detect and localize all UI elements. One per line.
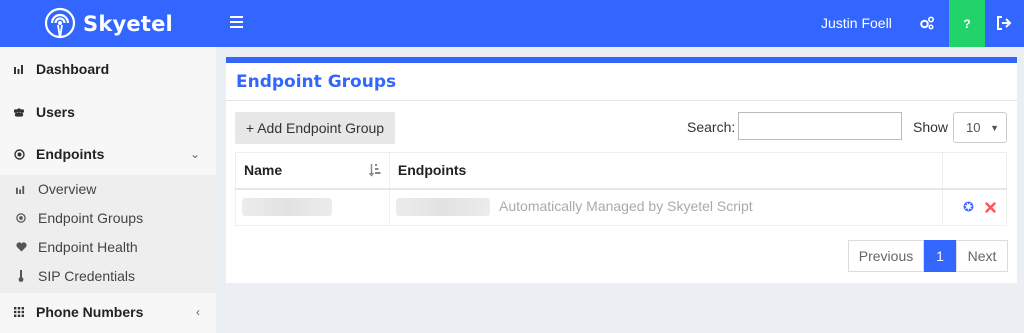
skyetel-logo-icon	[44, 7, 76, 38]
column-header-endpoints[interactable]: Endpoints	[388, 152, 944, 190]
users-icon	[13, 106, 25, 118]
cogs-icon[interactable]	[914, 10, 940, 36]
delete-icon[interactable]	[985, 200, 996, 216]
dot-circle-icon	[13, 148, 25, 160]
chevron-down-icon: ▼	[990, 123, 999, 133]
pagination-next-button[interactable]: Next	[956, 240, 1008, 272]
sidebar-subitem-label: Endpoint Groups	[38, 210, 144, 226]
chevron-down-icon[interactable]: ⌄	[190, 147, 200, 161]
heart-icon	[15, 241, 27, 253]
endpoint-groups-card: Endpoint Groups + Add Endpoint Group Sea…	[226, 57, 1017, 283]
pagination-page-1[interactable]: 1	[924, 240, 956, 272]
column-header-name[interactable]: Name	[235, 152, 390, 190]
sign-out-icon[interactable]	[995, 14, 1013, 32]
sidebar-item-label: Endpoints	[36, 146, 105, 162]
brand-name: Skyetel	[83, 11, 173, 36]
bar-chart-icon	[15, 183, 27, 195]
dot-circle-icon	[15, 212, 27, 224]
column-header-label: Name	[244, 162, 283, 179]
redacted-name	[242, 198, 332, 217]
username[interactable]: Justin Foell	[821, 15, 892, 31]
hamburger-icon[interactable]	[230, 16, 243, 30]
cell-name	[235, 188, 390, 226]
search-input[interactable]	[738, 112, 902, 140]
column-header-actions	[942, 152, 1007, 190]
pagination: Previous 1 Next	[848, 240, 1008, 272]
grid-icon	[13, 306, 25, 318]
page-title: Endpoint Groups	[236, 72, 397, 92]
sidebar-subitem-endpoint-health[interactable]: Endpoint Health	[0, 238, 216, 256]
sidebar-subitem-overview[interactable]: Overview	[0, 180, 216, 198]
divider	[226, 100, 1017, 101]
sidebar-item-label: Dashboard	[36, 61, 110, 77]
redacted-endpoint	[395, 198, 490, 217]
bar-chart-icon	[13, 63, 25, 75]
search-label: Search:	[687, 119, 736, 135]
pagination-previous-button[interactable]: Previous	[848, 240, 924, 272]
chevron-left-icon[interactable]: ‹	[196, 305, 200, 319]
sidebar-subitem-endpoint-groups[interactable]: Endpoint Groups	[0, 209, 216, 227]
sidebar-subitem-label: Endpoint Health	[38, 239, 138, 255]
cell-endpoints: Automatically Managed by Skyetel Script	[388, 188, 944, 226]
sidebar-item-phone-numbers[interactable]: Phone Numbers ‹	[0, 302, 216, 322]
sidebar-subitem-label: SIP Credentials	[38, 268, 136, 284]
sidebar-item-label: Users	[36, 104, 75, 120]
cell-actions	[942, 188, 1007, 226]
sidebar-subitem-sip-credentials[interactable]: SIP Credentials	[0, 267, 216, 285]
sort-amount-icon[interactable]	[368, 163, 381, 177]
top-bar: Skyetel Justin Foell ?	[0, 0, 1024, 47]
page-size-value: 10	[966, 120, 981, 135]
sidebar-item-label: Phone Numbers	[36, 304, 144, 320]
page-size-select[interactable]: 10 ▼	[953, 112, 1007, 143]
sidebar-item-endpoints[interactable]: Endpoints ⌄	[0, 144, 216, 164]
show-label: Show	[913, 119, 949, 135]
sidebar-item-users[interactable]: Users	[0, 102, 216, 122]
thermometer-icon	[15, 270, 27, 282]
sidebar-item-dashboard[interactable]: Dashboard	[0, 59, 216, 79]
help-button[interactable]: ?	[949, 0, 985, 47]
table-header-row: Name Endpoints	[235, 152, 1007, 190]
edit-cog-icon[interactable]	[962, 200, 975, 216]
sidebar-subitem-label: Overview	[38, 181, 97, 197]
sidebar: Dashboard Users Endpoints ⌄ Overview End…	[0, 47, 216, 333]
table-row[interactable]: Automatically Managed by Skyetel Script	[235, 188, 1007, 226]
column-header-label: Endpoints	[397, 162, 467, 179]
endpoints-note: Automatically Managed by Skyetel Script	[499, 198, 753, 215]
endpoint-groups-table: Name Endpoints Automatically Managed by …	[235, 152, 1007, 226]
add-endpoint-group-button[interactable]: + Add Endpoint Group	[235, 112, 395, 144]
brand[interactable]: Skyetel	[0, 0, 216, 47]
